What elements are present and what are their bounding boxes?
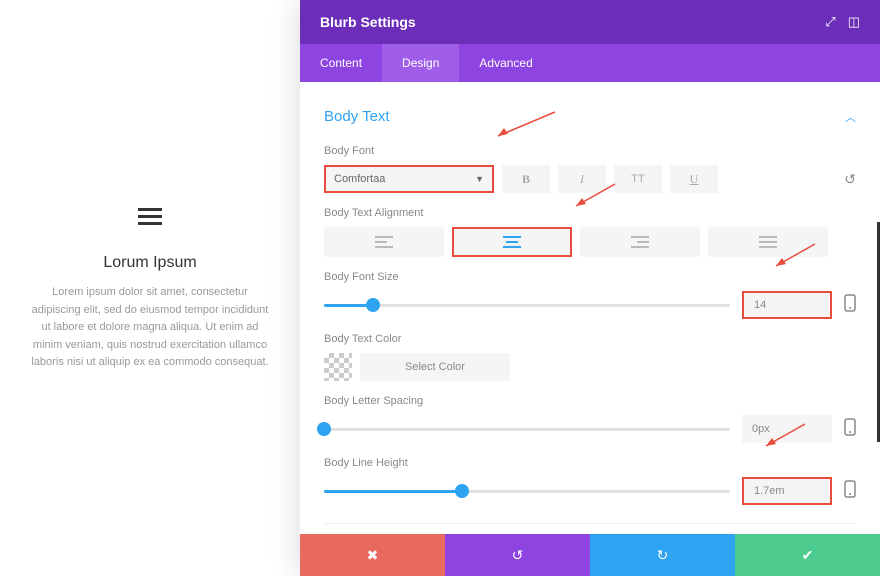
tab-advanced[interactable]: Advanced — [459, 44, 552, 82]
save-button[interactable]: ✔ — [735, 534, 880, 576]
tab-design[interactable]: Design — [382, 44, 459, 82]
align-justify-button[interactable] — [708, 227, 828, 257]
device-icon[interactable] — [844, 480, 856, 503]
align-left-button[interactable] — [324, 227, 444, 257]
field-line-height: Body Line Height 1.7em — [324, 457, 856, 505]
dropdown-arrow-icon: ▼ — [475, 174, 484, 184]
tab-content[interactable]: Content — [300, 44, 382, 82]
font-size-input[interactable]: 14 — [742, 291, 832, 319]
body-text-color-label: Body Text Color — [324, 333, 856, 345]
body-alignment-label: Body Text Alignment — [324, 207, 856, 219]
undo-button[interactable]: ↺ — [445, 534, 590, 576]
line-height-input[interactable]: 1.7em — [742, 477, 832, 505]
section-body-text[interactable]: Body Text ︿ — [324, 102, 856, 131]
panel-body: Body Text ︿ Body Font Comfortaa ▼ B I TT… — [300, 82, 880, 534]
redo-button[interactable]: ↻ — [590, 534, 735, 576]
body-font-size-label: Body Font Size — [324, 271, 856, 283]
field-body-font: Body Font Comfortaa ▼ B I TT U ↺ — [324, 145, 856, 193]
cancel-button[interactable]: ✖ — [300, 534, 445, 576]
panel-header: Blurb Settings ⤢ ◫ — [300, 0, 880, 44]
tabs: Content Design Advanced — [300, 44, 880, 82]
preview-body: Lorem ipsum dolor sit amet, consectetur … — [30, 284, 270, 372]
preview-pane: Lorum Ipsum Lorem ipsum dolor sit amet, … — [0, 0, 300, 576]
field-body-font-size: Body Font Size 14 — [324, 271, 856, 319]
expand-icon[interactable]: ⤢ — [825, 14, 835, 30]
letter-spacing-slider[interactable] — [324, 428, 730, 431]
header-actions: ⤢ ◫ — [825, 14, 860, 30]
hamburger-icon — [138, 204, 162, 229]
uppercase-button[interactable]: TT — [614, 165, 662, 193]
footer-actions: ✖ ↺ ↻ ✔ — [300, 534, 880, 576]
columns-icon[interactable]: ◫ — [848, 14, 860, 30]
letter-spacing-input[interactable]: 0px — [742, 415, 832, 443]
line-height-slider[interactable] — [324, 490, 730, 493]
align-center-button[interactable] — [452, 227, 572, 257]
font-select-value: Comfortaa — [334, 173, 385, 185]
line-height-label: Body Line Height — [324, 457, 856, 469]
field-body-alignment: Body Text Alignment — [324, 207, 856, 257]
slider-thumb[interactable] — [317, 422, 331, 436]
reset-font-icon[interactable]: ↺ — [844, 171, 856, 188]
panel-title: Blurb Settings — [320, 14, 416, 30]
font-size-slider[interactable] — [324, 304, 730, 307]
align-right-button[interactable] — [580, 227, 700, 257]
settings-panel: Blurb Settings ⤢ ◫ Content Design Advanc… — [300, 0, 880, 576]
divider — [324, 523, 856, 524]
slider-thumb[interactable] — [455, 484, 469, 498]
preview-title: Lorum Ipsum — [103, 254, 196, 272]
field-body-text-color: Body Text Color Select Color — [324, 333, 856, 381]
device-icon[interactable] — [844, 418, 856, 441]
chevron-up-icon: ︿ — [845, 109, 856, 125]
letter-spacing-label: Body Letter Spacing — [324, 395, 856, 407]
underline-button[interactable]: U — [670, 165, 718, 193]
device-icon[interactable] — [844, 294, 856, 317]
body-font-label: Body Font — [324, 145, 856, 157]
slider-thumb[interactable] — [366, 298, 380, 312]
color-swatch[interactable] — [324, 353, 352, 381]
section-title: Body Text — [324, 108, 390, 125]
select-color-button[interactable]: Select Color — [360, 353, 510, 381]
italic-button[interactable]: I — [558, 165, 606, 193]
bold-button[interactable]: B — [502, 165, 550, 193]
font-select[interactable]: Comfortaa ▼ — [324, 165, 494, 193]
field-letter-spacing: Body Letter Spacing 0px — [324, 395, 856, 443]
